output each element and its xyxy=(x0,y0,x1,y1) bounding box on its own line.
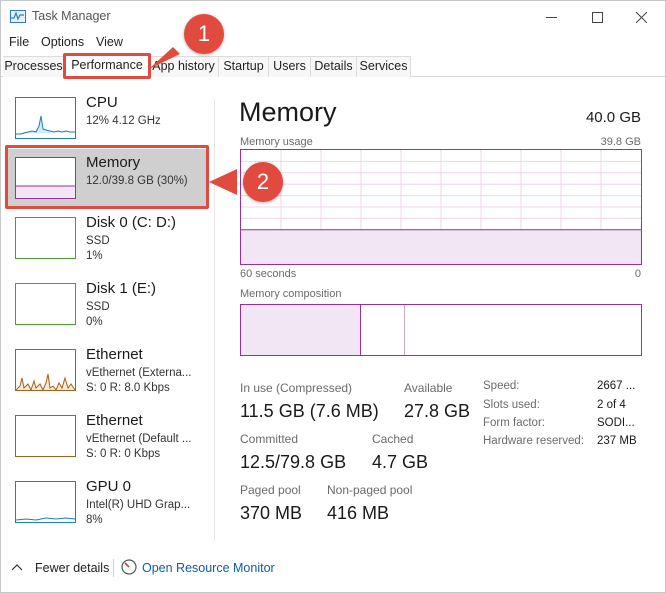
composition-modified xyxy=(361,305,405,355)
performance-tab-highlight xyxy=(63,53,151,79)
minimize-icon xyxy=(545,16,557,18)
memory-usage-max: 39.8 GB xyxy=(600,136,641,148)
memory-composition-label: Memory composition xyxy=(240,288,342,300)
title-bar: Task Manager xyxy=(1,1,665,33)
cached-label: Cached xyxy=(372,432,414,446)
sidebar-item-detail: 0% xyxy=(86,316,103,328)
footer: Fewer details Open Resource Monitor xyxy=(1,553,665,585)
sidebar-item-detail: 1% xyxy=(86,250,103,262)
menu-options[interactable]: Options xyxy=(41,35,84,49)
form-factor-label: Form factor: xyxy=(483,417,545,429)
menu-view[interactable]: View xyxy=(96,35,123,49)
sidebar-item-title: Ethernet xyxy=(86,346,143,363)
composition-in-use xyxy=(241,305,361,355)
slots-used-value: 2 of 4 xyxy=(597,399,626,411)
task-manager-app-icon xyxy=(10,10,26,23)
memory-composition-bar xyxy=(240,304,642,356)
sidebar-item-ethernet-external[interactable]: Ethernet vEthernet (Externa... S: 0 R: 8… xyxy=(7,341,207,401)
window-title: Task Manager xyxy=(32,9,111,23)
sidebar-item-disk-1[interactable]: Disk 1 (E:) SSD 0% xyxy=(7,275,207,335)
paged-pool-label: Paged pool xyxy=(240,483,301,497)
open-resource-monitor-label: Open Resource Monitor xyxy=(142,561,275,575)
tab-services[interactable]: Services xyxy=(357,56,411,77)
hardware-reserved-label: Hardware reserved: xyxy=(483,435,584,447)
chevron-up-icon xyxy=(11,564,23,571)
ethernet-thumbnail-graph xyxy=(15,415,76,457)
fewer-details-label: Fewer details xyxy=(35,561,110,575)
sidebar-item-subtitle: SSD xyxy=(86,235,110,247)
in-use-value: 11.5 GB (7.6 MB) xyxy=(240,401,379,421)
sidebar-item-detail: S: 0 R: 8.0 Kbps xyxy=(86,382,170,394)
footer-divider xyxy=(113,559,114,577)
close-icon xyxy=(635,11,647,23)
sidebar-item-cpu[interactable]: CPU 12% 4.12 GHz xyxy=(7,89,207,149)
sidebar-item-title: Disk 1 (E:) xyxy=(86,280,157,297)
memory-usage-graph xyxy=(240,149,642,265)
memory-usage-label: Memory usage xyxy=(240,136,313,148)
sidebar-item-subtitle: SSD xyxy=(86,301,110,313)
committed-value: 12.5/79.8 GB xyxy=(240,452,347,472)
form-factor-value: SODI... xyxy=(597,417,635,429)
available-label: Available xyxy=(404,381,453,395)
close-button[interactable] xyxy=(619,3,663,31)
sidebar-item-subtitle: vEthernet (Default ... xyxy=(86,433,192,445)
sidebar-item-disk-0[interactable]: Disk 0 (C: D:) SSD 1% xyxy=(7,209,207,269)
sidebar-item-detail: S: 0 R: 0 Kbps xyxy=(86,448,161,460)
ethernet-thumbnail-graph xyxy=(15,349,76,392)
graph-time-left: 60 seconds xyxy=(240,268,297,280)
sidebar-item-title: GPU 0 xyxy=(86,478,132,495)
callout-badge-2: 2 xyxy=(243,162,283,202)
tab-startup[interactable]: Startup xyxy=(219,56,269,77)
available-value: 27.8 GB xyxy=(404,401,471,421)
cpu-thumbnail-graph xyxy=(15,97,76,139)
non-paged-pool-value: 416 MB xyxy=(327,503,390,523)
sidebar-item-detail: 8% xyxy=(86,514,103,526)
menu-file[interactable]: File xyxy=(9,35,29,49)
slots-used-label: Slots used: xyxy=(483,399,540,411)
committed-label: Committed xyxy=(240,432,299,446)
hardware-reserved-value: 237 MB xyxy=(597,435,637,447)
usage-fill-area xyxy=(241,229,641,264)
cached-value: 4.7 GB xyxy=(372,452,429,472)
task-manager-window: Task Manager File Options View Processes… xyxy=(0,0,666,593)
disk-thumbnail-graph xyxy=(15,283,76,325)
disk-thumbnail-graph xyxy=(15,217,76,259)
sidebar-item-gpu[interactable]: GPU 0 Intel(R) UHD Grap... 8% xyxy=(7,473,207,533)
speed-value: 2667 ... xyxy=(597,380,636,392)
sidebar-item-ethernet-default[interactable]: Ethernet vEthernet (Default ... S: 0 R: … xyxy=(7,407,207,467)
callout-badge-1: 1 xyxy=(184,14,224,54)
sidebar-item-title: CPU xyxy=(86,94,118,111)
sidebar-item-title: Ethernet xyxy=(86,412,143,429)
maximize-button[interactable] xyxy=(575,3,619,31)
in-use-label: In use (Compressed) xyxy=(240,381,353,395)
page-title: Memory xyxy=(239,97,337,127)
non-paged-pool-label: Non-paged pool xyxy=(327,483,413,497)
menu-bar: File Options View xyxy=(1,33,665,53)
minimize-button[interactable] xyxy=(529,3,573,31)
sidebar-item-title: Disk 0 (C: D:) xyxy=(86,214,176,231)
resource-monitor-icon xyxy=(121,559,137,575)
maximize-icon xyxy=(591,11,603,23)
speed-label: Speed: xyxy=(483,380,520,392)
sidebar-item-subtitle: Intel(R) UHD Grap... xyxy=(86,499,191,511)
sidebar-item-subtitle: vEthernet (Externa... xyxy=(86,367,192,379)
tab-users[interactable]: Users xyxy=(269,56,311,77)
tab-details[interactable]: Details xyxy=(311,56,357,77)
total-memory-capacity: 40.0 GB xyxy=(585,109,641,126)
memory-item-highlight xyxy=(5,145,209,209)
graph-time-right: 0 xyxy=(634,268,641,280)
tab-processes[interactable]: Processes xyxy=(3,56,65,77)
gpu-thumbnail-graph xyxy=(15,481,76,523)
paged-pool-value: 370 MB xyxy=(240,503,303,523)
sidebar-item-subtitle: 12% 4.12 GHz xyxy=(86,115,161,127)
